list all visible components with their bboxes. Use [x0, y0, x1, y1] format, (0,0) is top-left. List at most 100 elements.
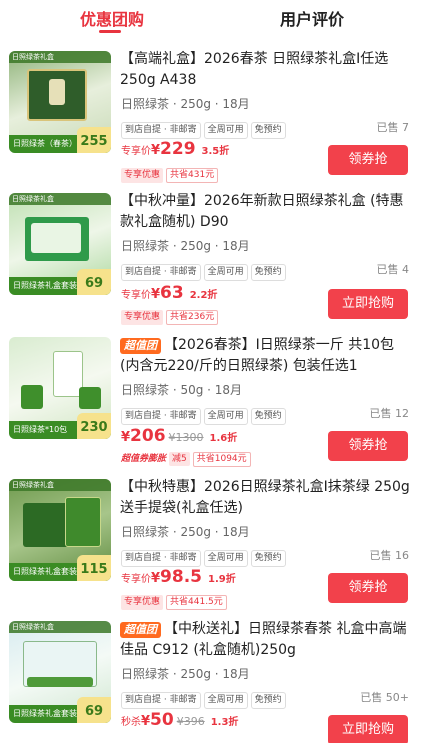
product-title[interactable]: 超值团 【中秋送礼】日照绿茶春茶 礼盒中高端佳品 C912 (礼盒随机)250g [120, 619, 410, 661]
price-line: 专享价¥98.5 1.9折 [121, 567, 236, 587]
image-top-tag: 日照绿茶礼盒 [9, 621, 111, 633]
service-tags: 到店自提 · 非邮寄 全周可用 免预约 [121, 117, 289, 139]
save-chip: 共省441.5元 [166, 595, 227, 610]
image-top-tag: 日照绿茶礼盒 [9, 193, 111, 205]
tag-pickup: 到店自提 · 非邮寄 [121, 408, 201, 425]
product-image[interactable]: 日照绿茶礼盒 日照绿茶（春茶）礼盒 255 [9, 51, 111, 153]
service-tags: 到店自提 · 非邮寄 全周可用 免预约 [121, 545, 289, 567]
sold-count: 已售 7 [376, 121, 410, 134]
tag-pickup: 到店自提 · 非邮寄 [121, 692, 201, 709]
hot-deal-badge: 超值团 [120, 338, 161, 354]
product-card[interactable]: 日照绿茶礼盒 日照绿茶礼盒套装 69 超值团 【中秋送礼】日照绿茶春茶 礼盒中高端… [0, 619, 443, 743]
image-top-tag: 日照绿茶礼盒 [9, 479, 111, 491]
discount: 1.9折 [208, 574, 236, 585]
discount: 1.6折 [209, 433, 238, 444]
currency-symbol: ¥ [151, 287, 161, 302]
original-price: ¥1300 [168, 431, 204, 444]
claim-coupon-button[interactable]: 领券抢 [328, 145, 408, 175]
product-spec: 日照绿茶 · 250g · 18月 [121, 525, 250, 539]
price-line: 专享价¥229 3.5折 [121, 139, 229, 159]
price-value: 229 [160, 139, 196, 159]
product-title[interactable]: 超值团 【2026春茶】I日照绿茶一斤 共10包(内含元220/斤的日照绿茶) 包… [120, 335, 410, 377]
price-label: 秒杀 [121, 717, 141, 728]
promo-chip: 专享优惠 [121, 310, 164, 325]
image-price-chip: 255 [77, 127, 111, 153]
promo-line: 专享优惠 共省431元 [121, 162, 219, 183]
price-label: 专享价 [121, 146, 151, 157]
promo-line: 超值券膨胀 减5 共省1094元 [121, 446, 251, 467]
tag-no-booking: 免预约 [250, 264, 286, 281]
price-value: 98.5 [160, 567, 202, 587]
product-card[interactable]: 日照绿茶礼盒 日照绿茶礼盒套装 69 【中秋冲量】2026年新款日照绿茶礼盒 (… [0, 191, 443, 333]
tag-week: 全周可用 [203, 550, 248, 567]
product-spec: 日照绿茶 · 250g · 18月 [121, 239, 250, 253]
tag-no-booking: 免预约 [250, 122, 286, 139]
currency-symbol: ¥ [121, 430, 131, 445]
price-line: ¥206 ¥1300 1.6折 [121, 426, 237, 446]
tag-no-booking: 免预约 [250, 692, 286, 709]
service-tags: 到店自提 · 非邮寄 全周可用 免预约 [121, 687, 289, 709]
promo-chip: 专享优惠 [121, 595, 164, 610]
product-title[interactable]: 【中秋冲量】2026年新款日照绿茶礼盒 (特惠款礼盒随机) D90 [120, 191, 410, 233]
tag-week: 全周可用 [203, 122, 248, 139]
sold-count: 已售 12 [369, 407, 410, 420]
save-chip: 共省1094元 [192, 452, 251, 467]
reduce-chip: 减5 [169, 452, 190, 466]
claim-coupon-button[interactable]: 领券抢 [328, 573, 408, 603]
super-coupon-label: 超值券膨胀 [121, 454, 167, 464]
discount: 2.2折 [189, 290, 218, 301]
product-image[interactable]: 日照绿茶礼盒 日照绿茶礼盒套装 69 [9, 621, 111, 723]
tag-no-booking: 免预约 [250, 550, 286, 567]
sold-count: 已售 4 [376, 263, 410, 276]
product-title[interactable]: 【中秋特惠】2026日照绿茶礼盒I抹茶绿 250g送手提袋(礼盒任选) [120, 477, 410, 519]
service-tags: 到店自提 · 非邮寄 全周可用 免预约 [121, 259, 289, 281]
product-image[interactable]: 日照绿茶礼盒 日照绿茶礼盒套装 115 [9, 479, 111, 581]
currency-symbol: ¥ [141, 714, 151, 729]
sold-count: 已售 16 [369, 549, 410, 562]
currency-symbol: ¥ [151, 571, 161, 586]
image-price-chip: 69 [77, 269, 111, 295]
product-card[interactable]: 日照绿茶礼盒 日照绿茶礼盒套装 115 【中秋特惠】2026日照绿茶礼盒I抹茶绿… [0, 477, 443, 619]
discount: 3.5折 [201, 146, 230, 157]
tag-no-booking: 免预约 [250, 408, 286, 425]
claim-coupon-button[interactable]: 领券抢 [328, 431, 408, 461]
product-spec: 日照绿茶 · 250g · 18月 [121, 97, 250, 111]
promo-line: 专享优惠 共省236元 [121, 304, 219, 325]
discount: 1.3折 [210, 717, 239, 728]
image-price-chip: 69 [77, 697, 111, 723]
tag-week: 全周可用 [203, 692, 248, 709]
price-line: 专享价¥63 2.2折 [121, 283, 217, 303]
save-chip: 共省431元 [166, 168, 219, 183]
product-title[interactable]: 【高端礼盒】2026春茶 日照绿茶礼盒I任选 250g A438 [120, 49, 410, 91]
tab-group-deals[interactable]: 优惠团购 [80, 6, 144, 30]
price-value: 63 [160, 283, 184, 303]
active-tab-indicator [99, 30, 121, 33]
product-card[interactable]: 日照绿茶*10包 230 超值团 【2026春茶】I日照绿茶一斤 共10包(内含元… [0, 335, 443, 477]
price-label: 专享价 [121, 574, 151, 585]
tag-pickup: 到店自提 · 非邮寄 [121, 264, 201, 281]
price-value: 206 [130, 426, 166, 446]
product-image[interactable]: 日照绿茶*10包 230 [9, 337, 111, 439]
product-spec: 日照绿茶 · 250g · 18月 [121, 667, 250, 681]
hot-deal-badge: 超值团 [120, 622, 161, 638]
tab-user-reviews[interactable]: 用户评价 [280, 6, 344, 30]
save-chip: 共省236元 [166, 310, 219, 325]
service-tags: 到店自提 · 非邮寄 全周可用 免预约 [121, 403, 289, 425]
tag-pickup: 到店自提 · 非邮寄 [121, 122, 201, 139]
original-price: ¥396 [176, 715, 205, 728]
price-value: 50 [150, 710, 174, 730]
product-image[interactable]: 日照绿茶礼盒 日照绿茶礼盒套装 69 [9, 193, 111, 295]
buy-now-button[interactable]: 立即抢购 [328, 715, 408, 743]
tag-week: 全周可用 [203, 264, 248, 281]
sold-count: 已售 50+ [360, 691, 409, 704]
image-top-tag: 日照绿茶礼盒 [9, 51, 111, 63]
product-card[interactable]: 日照绿茶礼盒 日照绿茶（春茶）礼盒 255 【高端礼盒】2026春茶 日照绿茶礼… [0, 49, 443, 191]
price-label: 专享价 [121, 290, 151, 301]
promo-line: 专享优惠 共省441.5元 [121, 589, 227, 610]
currency-symbol: ¥ [151, 143, 161, 158]
promo-chip: 专享优惠 [121, 168, 164, 183]
image-price-chip: 115 [77, 555, 111, 581]
product-spec: 日照绿茶 · 50g · 18月 [121, 383, 243, 397]
buy-now-button[interactable]: 立即抢购 [328, 289, 408, 319]
tab-bar: 优惠团购 用户评价 [0, 0, 443, 40]
